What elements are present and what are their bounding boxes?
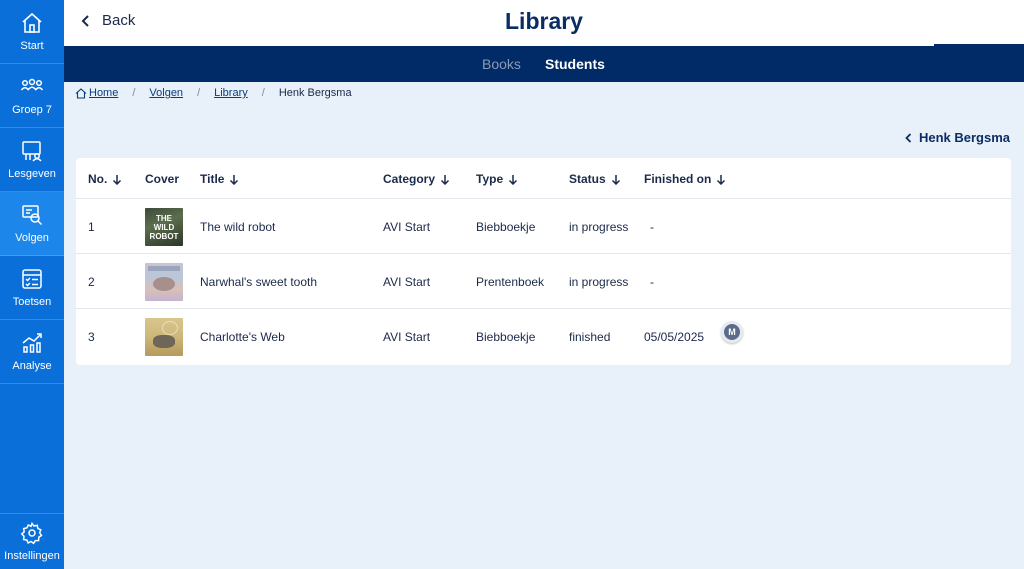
cell-no: 3 — [88, 330, 95, 344]
arrow-down-icon — [230, 174, 239, 185]
cover-text: THE — [156, 214, 172, 223]
home-icon — [75, 87, 87, 99]
cover-text: WILD — [153, 223, 175, 232]
column-header-no[interactable]: No. — [88, 172, 122, 186]
sidebar-item-analyse[interactable]: Analyse — [0, 320, 64, 384]
sidebar-item-label: Lesgeven — [8, 168, 56, 180]
cell-finished-on: 05/05/2025 — [644, 330, 705, 344]
cell-category: AVI Start — [383, 220, 431, 234]
gear-icon — [20, 521, 43, 545]
sidebar-item-label: Start — [20, 40, 44, 52]
tab-students[interactable]: Students — [545, 56, 605, 72]
breadcrumb-separator: / — [132, 87, 136, 99]
cover-title-strip — [148, 266, 180, 271]
analytics-icon — [22, 333, 42, 353]
cell-category: AVI Start — [383, 330, 431, 344]
column-header-label: No. — [88, 172, 108, 186]
tab-bar: Books Students — [64, 44, 1024, 82]
breadcrumb-separator: / — [261, 87, 265, 99]
table-row[interactable]: 2 Narwhal's sweet tooth AVI Start Prente… — [76, 254, 1011, 309]
book-cover-image[interactable] — [145, 318, 183, 356]
avatar-badge[interactable]: M — [721, 321, 743, 343]
cell-type: Prentenboek — [476, 275, 545, 289]
cell-status: finished — [569, 330, 611, 344]
column-header-title[interactable]: Title — [200, 172, 239, 186]
table-header: No. Cover Title Category Type Status Fin… — [76, 158, 1011, 199]
column-header-label: Status — [569, 172, 606, 186]
column-header-finished-on[interactable]: Finished on — [644, 172, 726, 186]
sidebar-item-label: Instellingen — [4, 550, 60, 562]
sidebar: Start Groep 7 Lesgeven Volgen Toetsen An… — [0, 0, 64, 569]
cell-no: 2 — [88, 275, 95, 289]
cell-finished-on: - — [650, 220, 654, 234]
breadcrumb-library[interactable]: Library — [214, 87, 248, 99]
column-header-label: Type — [476, 172, 504, 186]
sidebar-item-toetsen[interactable]: Toetsen — [0, 256, 64, 320]
table-row[interactable]: 1 THE WILD ROBOT The wild robot AVI Star… — [76, 199, 1011, 254]
sidebar-item-label: Toetsen — [12, 296, 52, 308]
cell-title[interactable]: Narwhal's sweet tooth — [200, 275, 317, 289]
cell-status: in progress — [569, 220, 629, 234]
table-row[interactable]: 3 Charlotte's Web AVI Start Biebboekje f… — [76, 309, 1011, 364]
cell-type: Biebboekje — [476, 330, 536, 344]
sidebar-item-start[interactable]: Start — [0, 0, 64, 64]
cell-no: 1 — [88, 220, 95, 234]
breadcrumb-separator: / — [197, 87, 201, 99]
sidebar-item-lesgeven[interactable]: Lesgeven — [0, 128, 64, 192]
column-header-category[interactable]: Category — [383, 172, 450, 186]
breadcrumb-volgen[interactable]: Volgen — [149, 87, 183, 99]
cover-text: ROBOT — [149, 232, 179, 241]
sidebar-item-instellingen[interactable]: Instellingen — [0, 513, 64, 569]
cover-illustration — [153, 277, 175, 291]
home-icon — [22, 12, 42, 33]
column-header-label: Finished on — [644, 172, 712, 186]
sidebar-item-volgen[interactable]: Volgen — [0, 192, 64, 256]
sidebar-item-label: Volgen — [15, 232, 49, 244]
page-title: Library — [505, 8, 583, 34]
cell-title[interactable]: Charlotte's Web — [200, 330, 285, 344]
book-cover-image[interactable]: THE WILD ROBOT — [145, 208, 183, 246]
chevron-left-icon — [905, 132, 912, 143]
tabbar-edge — [934, 44, 1024, 46]
breadcrumb-home[interactable]: Home — [75, 87, 118, 99]
sidebar-item-groep-7[interactable]: Groep 7 — [0, 64, 64, 128]
breadcrumb-home-label: Home — [89, 87, 119, 99]
column-header-label: Category — [383, 172, 436, 186]
cover-illustration — [153, 335, 175, 348]
group-icon — [20, 78, 44, 91]
student-name: Henk Bergsma — [918, 130, 1010, 145]
tab-books[interactable]: Books — [482, 56, 521, 72]
teach-icon — [22, 141, 42, 162]
monitor-search-icon — [22, 205, 43, 226]
book-cover-image[interactable] — [145, 263, 183, 301]
column-header-type[interactable]: Type — [476, 172, 518, 186]
student-nav-button[interactable]: Henk Bergsma — [905, 130, 1010, 145]
breadcrumb: Home / Volgen / Library / Henk Bergsma — [75, 87, 352, 99]
column-header-cover: Cover — [145, 172, 179, 186]
cell-type: Biebboekje — [476, 220, 536, 234]
arrow-down-icon — [440, 174, 450, 185]
column-header-status[interactable]: Status — [569, 172, 621, 186]
column-header-label: Cover — [145, 172, 180, 186]
sidebar-item-label: Groep 7 — [12, 104, 52, 116]
header: Back Library — [64, 0, 1024, 46]
cell-finished-on: - — [650, 275, 654, 289]
arrow-down-icon — [509, 174, 518, 185]
checklist-icon — [22, 269, 42, 289]
cover-illustration — [162, 321, 178, 335]
breadcrumb-current: Henk Bergsma — [278, 87, 352, 99]
cell-status: in progress — [569, 275, 629, 289]
sidebar-item-label: Analyse — [12, 360, 52, 372]
cell-category: AVI Start — [383, 275, 431, 289]
column-header-label: Title — [200, 172, 225, 186]
arrow-down-icon — [717, 174, 726, 185]
books-table: No. Cover Title Category Type Status Fin… — [76, 158, 1011, 365]
cell-title[interactable]: The wild robot — [200, 220, 275, 234]
arrow-down-icon — [113, 174, 122, 185]
arrow-down-icon — [611, 174, 620, 185]
